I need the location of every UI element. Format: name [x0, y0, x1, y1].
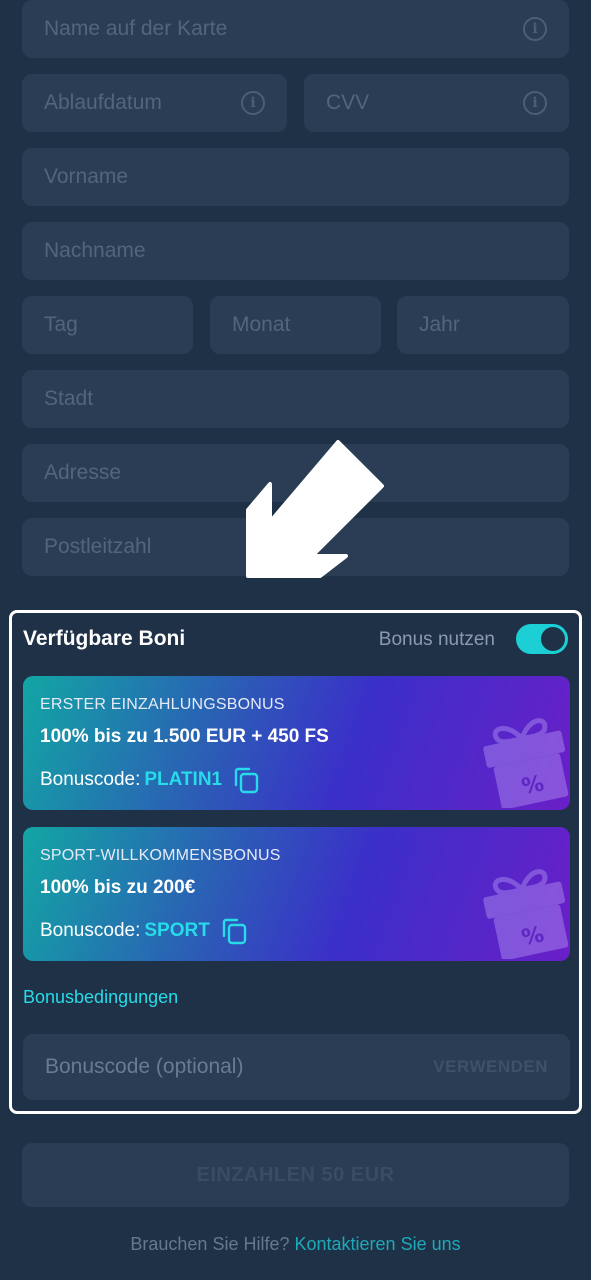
bonus-card-label: SPORT-WILLKOMMENSBONUS: [40, 847, 281, 864]
deposit-button[interactable]: EINZAHLEN 50 EUR: [22, 1143, 569, 1207]
bonus-title: Verfügbare Boni: [23, 627, 186, 650]
pointer-arrow-icon: [246, 440, 384, 578]
bonus-code-placeholder: Bonuscode (optional): [45, 1055, 244, 1078]
bonus-code-row: Bonuscode: PLATIN1: [40, 766, 260, 794]
apply-code-button[interactable]: VERWENDEN: [433, 1057, 548, 1077]
bonus-code-value: PLATIN1: [144, 769, 223, 790]
cvv-field[interactable]: CVV i: [304, 74, 569, 132]
copy-icon[interactable]: [220, 917, 248, 945]
bonus-code-prefix: Bonuscode:: [40, 769, 141, 790]
bonus-toggle[interactable]: [516, 624, 568, 654]
bonus-code-row: Bonuscode: SPORT: [40, 917, 248, 945]
contact-us-link[interactable]: Kontaktieren Sie uns: [295, 1234, 461, 1254]
info-icon[interactable]: i: [523, 91, 547, 115]
last-name-placeholder: Nachname: [44, 239, 146, 262]
bonus-card-offer: 100% bis zu 1.500 EUR + 450 FS: [40, 726, 329, 747]
bonus-code-value: SPORT: [144, 920, 210, 941]
month-placeholder: Monat: [232, 313, 291, 336]
day-field[interactable]: Tag: [22, 296, 193, 354]
copy-icon[interactable]: [232, 766, 260, 794]
info-icon[interactable]: i: [241, 91, 265, 115]
bonus-terms-link[interactable]: Bonusbedingungen: [23, 987, 178, 1008]
available-bonuses-panel: Verfügbare Boni Bonus nutzen ERSTER EINZ…: [9, 610, 582, 1114]
bonus-code-prefix: Bonuscode:: [40, 920, 141, 941]
city-placeholder: Stadt: [44, 387, 94, 410]
help-text: Brauchen Sie Hilfe?: [130, 1234, 290, 1254]
cvv-placeholder: CVV: [326, 91, 370, 114]
bonus-code-input[interactable]: Bonuscode (optional) VERWENDEN: [23, 1034, 570, 1100]
card-name-field[interactable]: Name auf der Karte i: [22, 0, 569, 58]
gift-icon: %: [483, 718, 569, 808]
bonus-card-label: ERSTER EINZAHLUNGSBONUS: [40, 696, 285, 713]
bonus-card-offer: 100% bis zu 200€: [40, 877, 196, 898]
year-placeholder: Jahr: [419, 313, 460, 336]
city-field[interactable]: Stadt: [22, 370, 569, 428]
first-name-placeholder: Vorname: [44, 165, 129, 188]
help-line: Brauchen Sie Hilfe? Kontaktieren Sie uns: [0, 1234, 591, 1255]
bonus-toggle-label: Bonus nutzen: [378, 629, 495, 650]
expiry-placeholder: Ablaufdatum: [44, 91, 162, 114]
gift-icon: %: [483, 869, 569, 959]
toggle-knob: [541, 627, 565, 651]
expiry-field[interactable]: Ablaufdatum i: [22, 74, 287, 132]
day-placeholder: Tag: [44, 313, 78, 336]
card-name-placeholder: Name auf der Karte: [44, 17, 228, 40]
first-name-field[interactable]: Vorname: [22, 148, 569, 206]
bonus-card-sport-welcome[interactable]: SPORT-WILLKOMMENSBONUS 100% bis zu 200€ …: [23, 827, 570, 961]
bonus-card-first-deposit[interactable]: ERSTER EINZAHLUNGSBONUS 100% bis zu 1.50…: [23, 676, 570, 810]
month-field[interactable]: Monat: [210, 296, 381, 354]
info-icon[interactable]: i: [523, 17, 547, 41]
year-field[interactable]: Jahr: [397, 296, 569, 354]
last-name-field[interactable]: Nachname: [22, 222, 569, 280]
